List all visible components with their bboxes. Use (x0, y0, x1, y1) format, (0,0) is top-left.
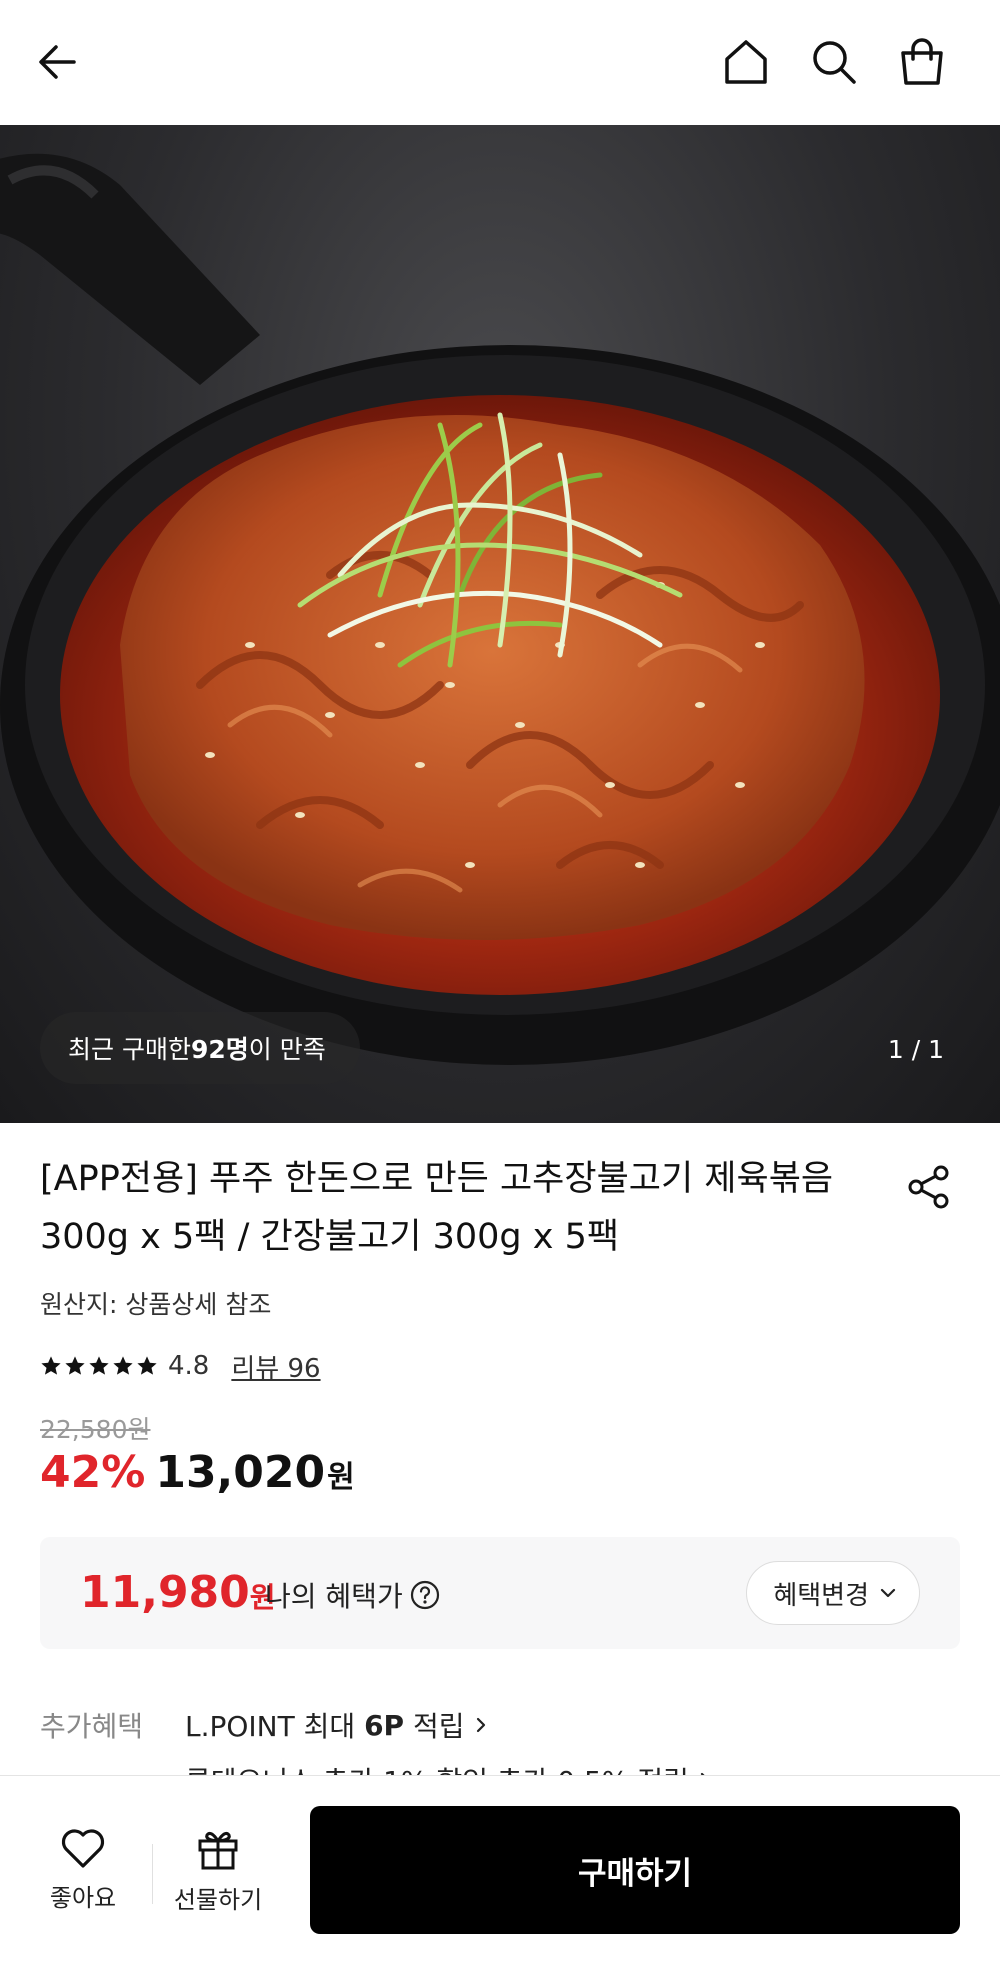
benefit-price: 11,980원 (80, 1567, 276, 1618)
rating-value: 4.8 (168, 1351, 210, 1381)
sale-price-unit: 원 (327, 1460, 355, 1495)
star-icon (137, 1356, 157, 1375)
gift-label: 선물하기 (173, 1886, 263, 1914)
home-button[interactable] (716, 32, 776, 92)
image-counter: 1 / 1 (887, 1035, 944, 1064)
discount-rate: 42% (40, 1447, 146, 1498)
cart-button[interactable] (892, 32, 952, 92)
review-link[interactable]: 리뷰 96 (231, 1348, 320, 1385)
heart-icon (61, 1829, 105, 1868)
bottom-action-bar: 좋아요 선물하기 구매하기 (0, 1775, 1000, 1962)
buy-button[interactable]: 구매하기 (310, 1806, 960, 1934)
sale-price: 13,020 (155, 1447, 326, 1498)
lpoint-amount: 6P (364, 1708, 405, 1742)
gift-icon (198, 1832, 238, 1870)
star-icon (65, 1356, 85, 1375)
change-benefit-label: 혜택변경 (773, 1580, 869, 1611)
arrow-left-icon (39, 45, 76, 79)
lpoint-prefix: L.POINT 최대 (185, 1710, 356, 1743)
help-icon[interactable] (409, 1579, 441, 1611)
back-button[interactable] (28, 32, 88, 92)
badge-suffix: 이 만족 (248, 1035, 326, 1064)
shopping-bag-icon (901, 38, 943, 85)
like-label: 좋아요 (49, 1884, 117, 1912)
benefit-label-text: 나의 혜택가 (265, 1580, 403, 1613)
extra-benefits-label: 추가혜택 (40, 1710, 144, 1743)
star-icon (89, 1356, 109, 1375)
benefit-price-box: 11,980원 나의 혜택가 혜택변경 (40, 1537, 960, 1649)
benefit-price-value: 11,980 (80, 1567, 250, 1618)
share-icon (908, 1165, 949, 1209)
lpoint-suffix: 적립 (412, 1710, 465, 1743)
share-button[interactable] (900, 1158, 958, 1216)
search-button[interactable] (804, 32, 864, 92)
search-icon (813, 41, 856, 84)
origin-info: 원산지: 상품상세 참조 (40, 1290, 272, 1319)
price-row: 42% 13,020 원 (40, 1447, 355, 1498)
original-price: 22,580원 (40, 1415, 151, 1444)
chevron-down-icon (879, 1584, 897, 1602)
like-button[interactable]: 좋아요 (28, 1826, 138, 1913)
rating-row: 4.8 리뷰 96 (40, 1346, 321, 1386)
gift-button[interactable]: 선물하기 (163, 1826, 273, 1915)
food-photo (0, 153, 1000, 1065)
star-icon (41, 1356, 61, 1375)
top-navigation-bar (0, 0, 1000, 125)
chevron-right-icon (473, 1715, 489, 1735)
product-title: [APP전용] 푸주 한돈으로 만든 고추장불고기 제육볶음 300g x 5팩… (40, 1159, 834, 1257)
rating-stars (40, 1355, 158, 1377)
satisfaction-badge: 최근 구매한 92명 이 만족 (40, 1012, 360, 1084)
badge-prefix: 최근 구매한 (68, 1035, 191, 1064)
benefit-label: 나의 혜택가 (265, 1575, 441, 1615)
lpoint-benefit[interactable]: L.POINT 최대 6P 적립 (185, 1705, 489, 1745)
star-icon (113, 1356, 133, 1375)
home-icon (725, 40, 767, 84)
change-benefit-button[interactable]: 혜택변경 (746, 1561, 920, 1625)
bottom-divider (152, 1844, 153, 1904)
product-image[interactable]: 최근 구매한 92명 이 만족 1 / 1 (0, 125, 1000, 1123)
badge-count: 92명 (190, 1035, 249, 1064)
